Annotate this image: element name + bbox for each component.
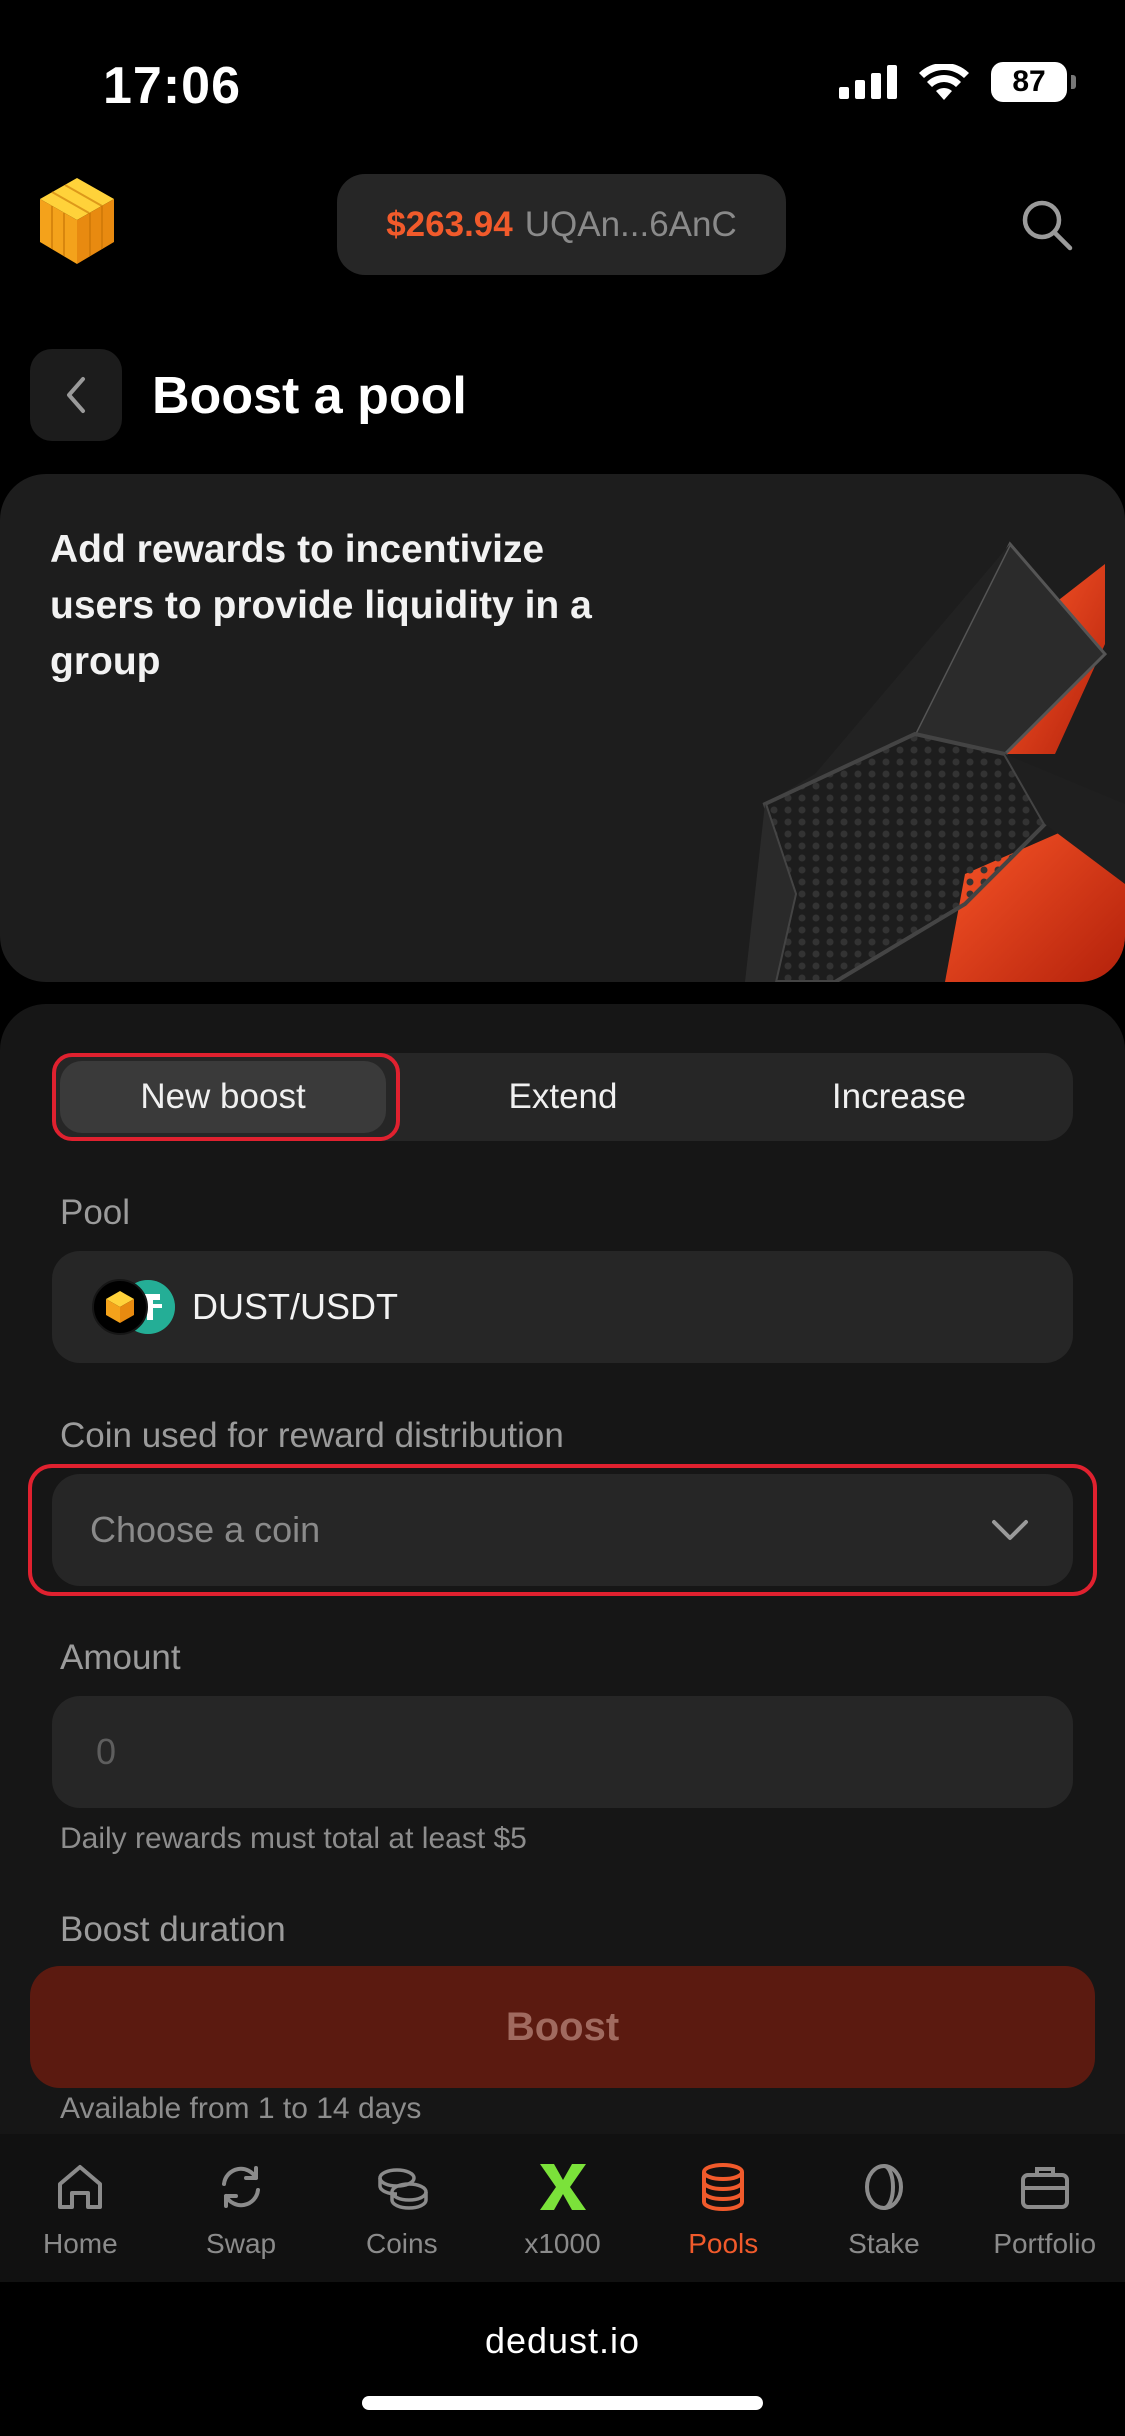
- tab-portfolio-label: Portfolio: [993, 2228, 1097, 2259]
- tab-home-label: Home: [43, 2228, 118, 2259]
- dust-icon: [92, 1279, 148, 1335]
- home-icon: [58, 2165, 103, 2209]
- tab-extend-label: Extend: [508, 1077, 618, 1116]
- wallet-balance: $263.94: [386, 204, 513, 244]
- home-indicator[interactable]: [362, 2396, 763, 2410]
- duration-helper-text: Available from 1 to 14 days: [60, 2092, 422, 2125]
- tab-portfolio[interactable]: Portfolio: [964, 2134, 1125, 2282]
- amount-input[interactable]: 0: [52, 1696, 1073, 1808]
- tab-increase[interactable]: Increase: [736, 1053, 1062, 1141]
- amount-placeholder: 0: [96, 1731, 117, 1772]
- portfolio-icon: [1020, 2167, 1069, 2209]
- page-title: Boost a pool: [152, 367, 467, 425]
- swap-icon: [222, 2166, 261, 2208]
- back-button[interactable]: [30, 349, 122, 441]
- tab-swap[interactable]: Swap: [161, 2134, 322, 2282]
- tab-increase-label: Increase: [831, 1077, 967, 1116]
- boost-button-label: Boost: [505, 2004, 620, 2049]
- pool-label: Pool: [60, 1193, 131, 1232]
- hero-text: Add rewards to incentivize users to prov…: [50, 528, 592, 683]
- signal-icon: [839, 65, 897, 99]
- wifi-icon: [919, 64, 969, 100]
- status-icons: 87: [839, 62, 1076, 102]
- tab-x1000[interactable]: x1000: [482, 2134, 643, 2282]
- battery-indicator: 87: [991, 62, 1076, 102]
- tab-swap-label: Swap: [206, 2228, 277, 2259]
- highlight-box-new-boost: [52, 1053, 400, 1141]
- tab-home[interactable]: Home: [0, 2134, 161, 2282]
- duration-label: Boost duration: [60, 1910, 286, 1949]
- pool-selector[interactable]: DUST/USDT: [52, 1251, 1073, 1363]
- wallet-button[interactable]: $263.94 UQAn...6AnC: [337, 174, 786, 275]
- amount-label: Amount: [60, 1638, 181, 1677]
- coin-label: Coin used for reward distribution: [60, 1416, 564, 1455]
- tab-extend[interactable]: Extend: [400, 1053, 726, 1141]
- highlight-box-coin-dropdown: [28, 1464, 1097, 1596]
- tab-x1000-label: x1000: [524, 2228, 601, 2259]
- tab-pools[interactable]: Pools: [643, 2134, 804, 2282]
- tab-coins[interactable]: Coins: [321, 2134, 482, 2282]
- browser-url[interactable]: dedust.io: [0, 2320, 1125, 2362]
- tab-stake[interactable]: Stake: [804, 2134, 965, 2282]
- dedust-logo-icon: [40, 178, 114, 264]
- coins-icon: [378, 2168, 428, 2210]
- status-time: 17:06: [103, 57, 241, 115]
- x1000-icon: [539, 2164, 586, 2210]
- chevron-left-icon: [67, 377, 85, 413]
- tab-coins-label: Coins: [366, 2228, 438, 2259]
- pool-token-icons: [92, 1277, 192, 1337]
- lightning-bolt-illustration: [745, 541, 1125, 982]
- amount-helper-text: Daily rewards must total at least $5: [60, 1822, 527, 1855]
- tab-stake-label: Stake: [848, 2228, 920, 2259]
- pools-icon: [702, 2163, 745, 2211]
- stake-icon: [864, 2164, 903, 2210]
- tab-pools-label: Pools: [688, 2228, 759, 2259]
- pool-value: DUST/USDT: [192, 1286, 398, 1327]
- wallet-address: UQAn...6AnC: [524, 204, 737, 244]
- search-icon[interactable]: [1018, 196, 1074, 252]
- bottom-tab-bar: Home Swap Coins x1000 Pools Stake Portfo…: [0, 2134, 1125, 2282]
- hero-card: Add rewards to incentivize users to prov…: [0, 474, 1125, 982]
- boost-button[interactable]: Boost: [30, 1966, 1095, 2088]
